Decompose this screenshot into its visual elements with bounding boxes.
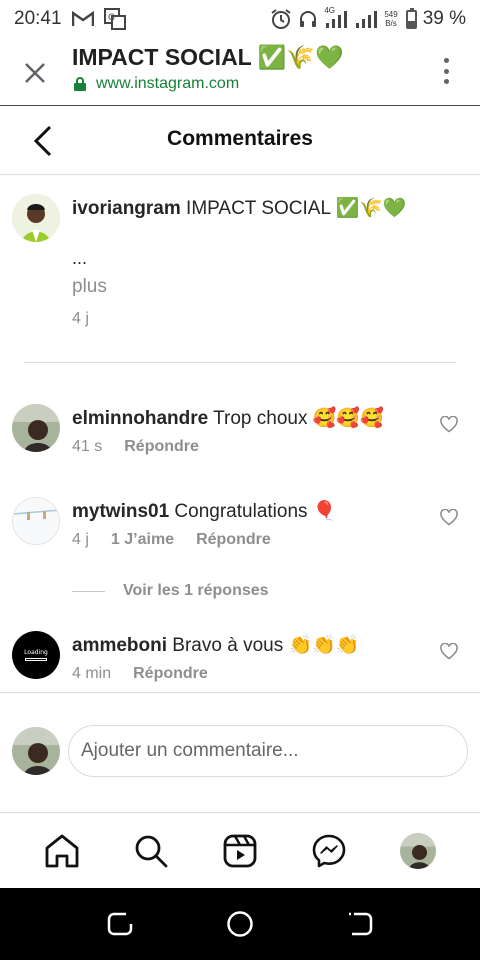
nav-search[interactable] [131, 831, 171, 871]
comment-item: Loading ammeboni Bravo à vous 👏👏👏 4 min … [12, 631, 472, 701]
more-options-icon[interactable] [444, 58, 450, 84]
battery-icon [405, 7, 417, 29]
caption-text: ivoriangram IMPACT SOCIAL ✅🌾💚 [72, 196, 407, 220]
back-icon[interactable] [346, 910, 374, 938]
add-comment-bar [0, 692, 480, 813]
lock-icon [74, 77, 86, 91]
like-heart-icon[interactable] [440, 643, 458, 660]
caption-body: IMPACT SOCIAL ✅🌾💚 [180, 198, 407, 219]
reels-icon [223, 834, 257, 868]
add-comment-input[interactable] [68, 725, 468, 777]
net-speed-value: 549 [384, 10, 398, 19]
headphones-icon [300, 11, 317, 27]
url-text: www.instagram.com [96, 75, 240, 92]
battery-percent: 39 % [422, 8, 466, 29]
net-speed-unit: B/s [385, 19, 397, 28]
browser-url: www.instagram.com [74, 75, 239, 93]
comment-item: elminnohandre Trop choux 🥰🥰🥰 41 s Répond… [12, 404, 472, 474]
comment-timestamp: 4 min [72, 665, 112, 682]
page-title: Commentaires [167, 127, 313, 150]
comment-username[interactable]: mytwins01 [72, 501, 169, 522]
alarm-icon [271, 9, 291, 29]
bottom-nav [0, 814, 480, 888]
like-heart-icon[interactable] [440, 416, 458, 433]
caption-more-link[interactable]: plus [72, 276, 107, 298]
comment-meta: 41 s Répondre [72, 438, 199, 456]
translate-icon: G [103, 8, 126, 30]
nav-reels[interactable] [220, 831, 260, 871]
browser-title: IMPACT SOCIAL ✅🌾💚 [72, 44, 344, 70]
avatar-loading-text: Loading [24, 649, 48, 656]
comment-body: Congratulations 🎈 [169, 501, 337, 522]
caption-timestamp: 4 j [72, 310, 89, 327]
avatar[interactable] [12, 497, 60, 545]
home-circle-icon[interactable] [226, 910, 254, 938]
android-nav-bar [0, 888, 480, 960]
loading-bar-icon [25, 658, 47, 661]
search-icon [135, 835, 168, 868]
comment-body: Bravo à vous 👏👏👏 [167, 635, 360, 656]
comment-username[interactable]: elminnohandre [72, 408, 208, 429]
likes-count-button[interactable]: 1 J’aime [111, 531, 174, 549]
comment-timestamp: 41 s [72, 438, 103, 455]
net-speed: 549 B/s [384, 10, 397, 28]
comment-meta: 4 min Répondre [72, 665, 208, 683]
signal-1: 4G [324, 6, 348, 28]
svg-text:G: G [108, 13, 115, 23]
avatar[interactable] [12, 404, 60, 452]
browser-header: IMPACT SOCIAL ✅🌾💚 www.instagram.com [0, 38, 480, 106]
home-icon [45, 834, 79, 868]
comment-timestamp: 4 j [72, 531, 89, 548]
caption-ellipsis: ... [72, 248, 88, 268]
gmail-icon [71, 11, 94, 26]
avatar[interactable]: Loading [12, 631, 60, 679]
comment-username[interactable]: ammeboni [72, 635, 167, 656]
view-replies-button[interactable]: Voir les 1 réponses [72, 582, 269, 600]
nav-messenger[interactable] [309, 831, 349, 871]
view-replies-label: Voir les 1 réponses [123, 582, 269, 599]
nav-home[interactable] [42, 831, 82, 871]
net-type-label: 4G [324, 6, 335, 15]
avatar[interactable] [12, 194, 60, 242]
caption-username[interactable]: ivoriangram [72, 198, 181, 219]
reply-button[interactable]: Répondre [124, 438, 199, 456]
reply-button[interactable]: Répondre [196, 531, 271, 549]
comment-text: ammeboni Bravo à vous 👏👏👏 [72, 633, 359, 657]
page-header: Commentaires [0, 107, 480, 175]
comment-text: mytwins01 Congratulations 🎈 [72, 499, 336, 523]
comment-item: mytwins01 Congratulations 🎈 4 j 1 J’aime… [12, 497, 472, 567]
nav-profile[interactable] [398, 831, 438, 871]
battery-fill [407, 20, 415, 27]
like-heart-icon[interactable] [440, 509, 458, 526]
close-icon[interactable] [22, 60, 48, 86]
status-time: 20:41 [14, 8, 62, 29]
comment-body: Trop choux 🥰🥰🥰 [208, 408, 384, 429]
comment-meta: 4 j 1 J’aime Répondre [72, 531, 271, 549]
messenger-icon [312, 834, 346, 868]
reply-button[interactable]: Répondre [133, 665, 208, 683]
replies-divider-line [72, 590, 105, 592]
status-bar: 20:41 G 4G 549 B/s 39 % [0, 0, 480, 38]
signal-strength-2-icon [356, 11, 378, 28]
current-user-avatar [12, 727, 60, 775]
profile-avatar [399, 833, 436, 869]
divider [24, 362, 456, 363]
comment-text: elminnohandre Trop choux 🥰🥰🥰 [72, 406, 384, 430]
recents-icon[interactable] [106, 910, 134, 938]
